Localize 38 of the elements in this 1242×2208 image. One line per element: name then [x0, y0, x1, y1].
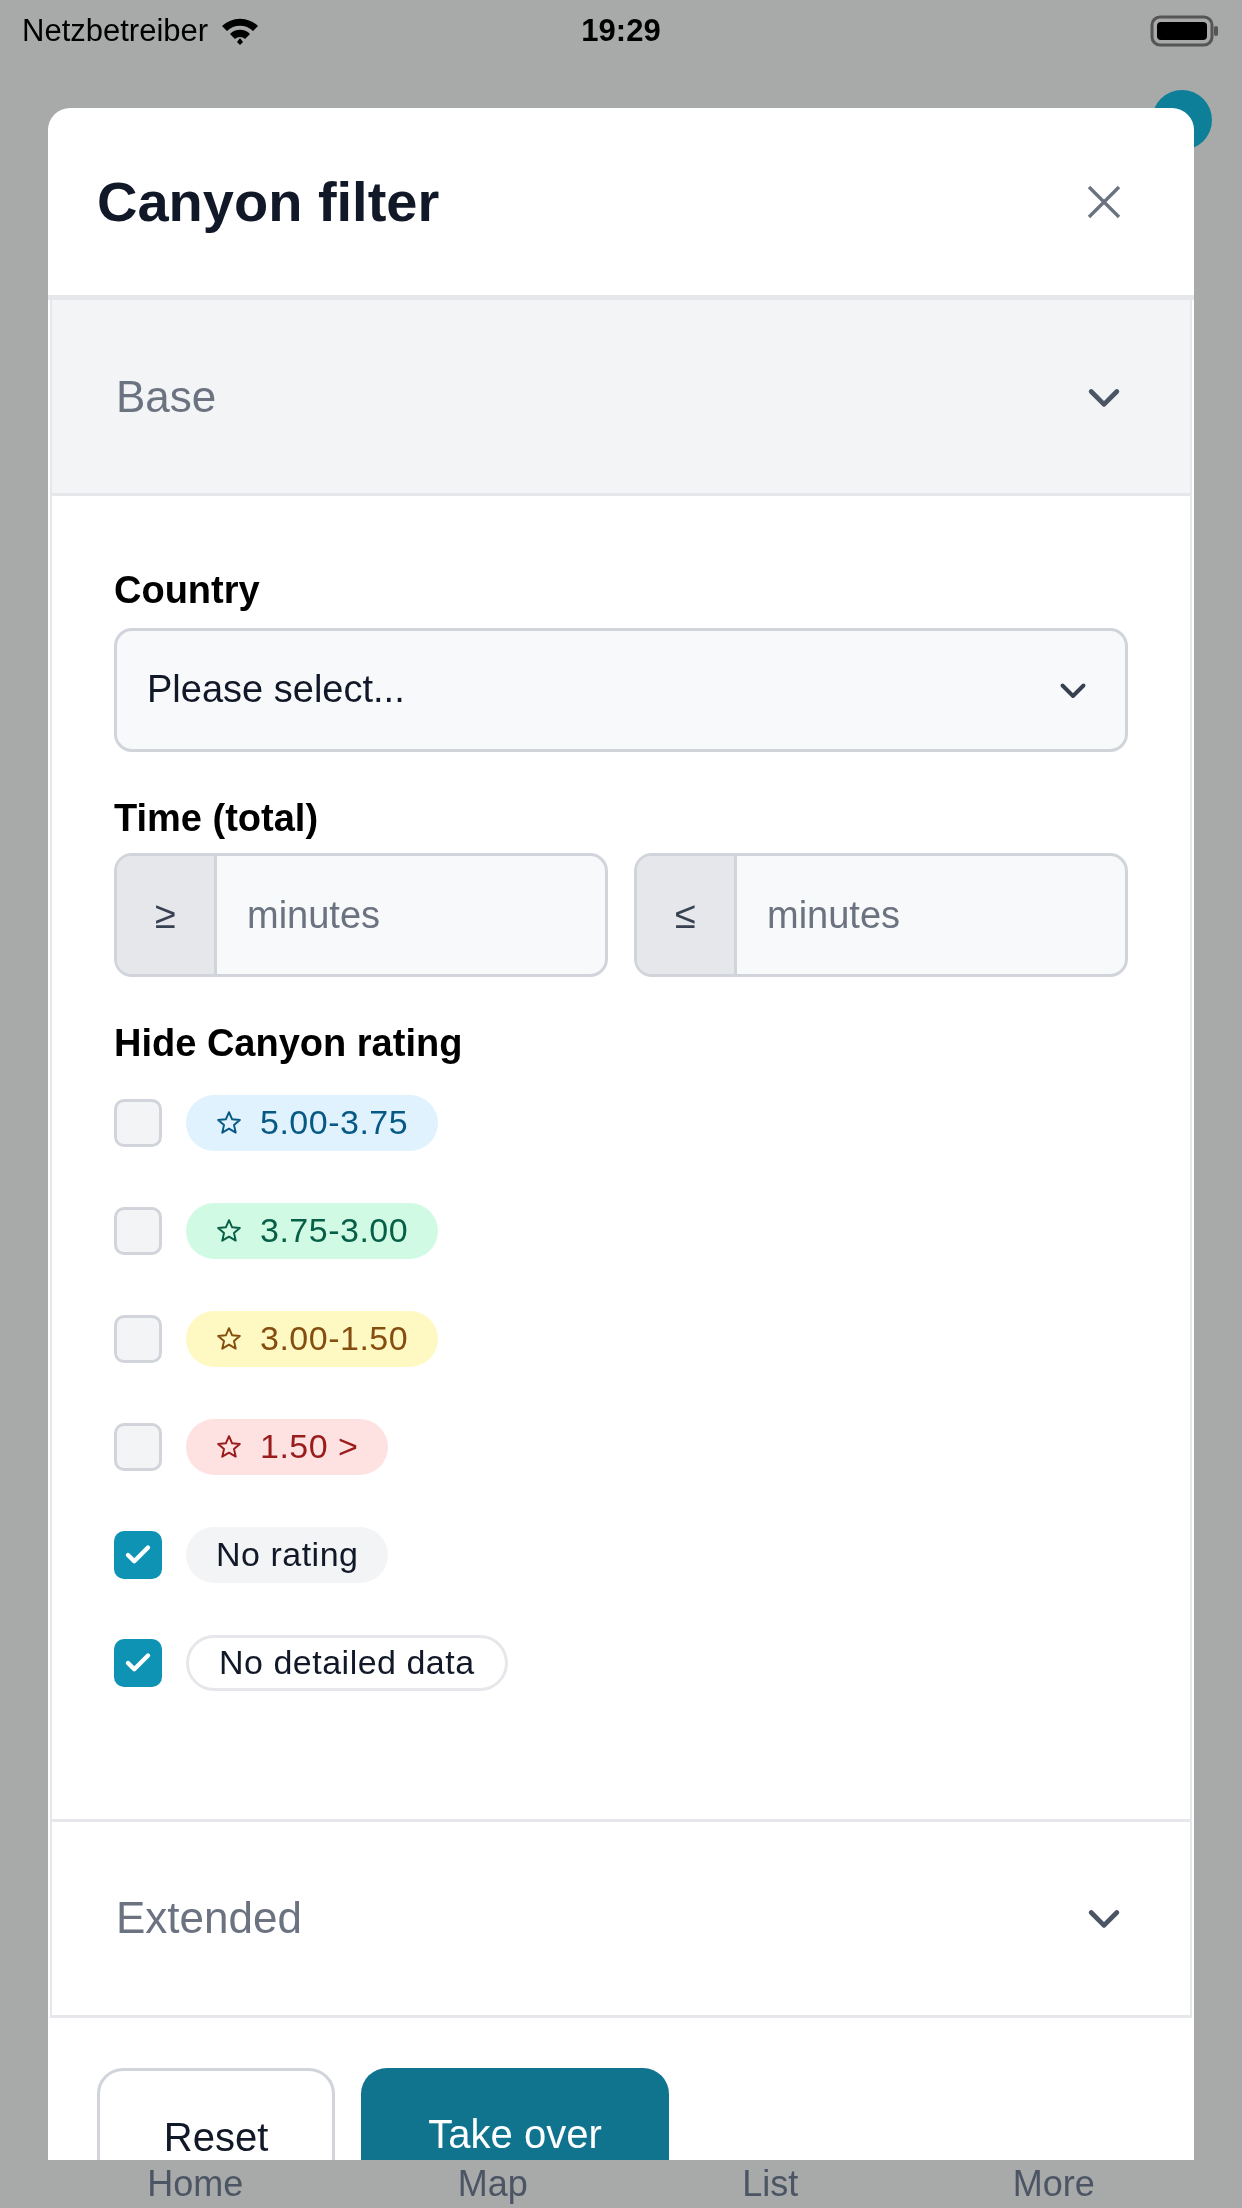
checkbox[interactable]	[114, 1314, 162, 1363]
rating-tag: 3.75-3.00	[186, 1202, 439, 1259]
take-over-button[interactable]: Take over	[361, 2067, 669, 2160]
rating-tag: 5.00-3.75	[186, 1094, 439, 1151]
star-icon	[216, 1325, 242, 1352]
carrier-name: Netzbetreiber	[22, 11, 209, 50]
minutes-input-field[interactable]: minutes	[217, 856, 605, 975]
field-label: Time (total)	[114, 795, 320, 841]
field-label: Country	[114, 568, 261, 613]
rating-tag: 1.50 >	[186, 1418, 389, 1475]
tab-bar-label[interactable]: Home	[147, 2166, 244, 2202]
input-prefix: ≤	[637, 856, 737, 975]
input-group[interactable]: ≤ minutes	[634, 853, 1128, 978]
checkbox[interactable]	[114, 1530, 162, 1579]
star-icon	[216, 1109, 242, 1136]
rating-tag: No detailed data	[186, 1634, 508, 1691]
wifi-icon	[220, 16, 261, 46]
rating-tag: No rating	[186, 1526, 389, 1583]
star-icon	[216, 1433, 242, 1460]
tab-bar-label[interactable]: List	[742, 2166, 799, 2202]
checkbox[interactable]	[114, 1422, 162, 1471]
star-icon	[216, 1217, 242, 1244]
input-prefix: ≥	[117, 856, 217, 975]
field-label: Hide Canyon rating	[114, 1021, 464, 1067]
reset-button[interactable]: Reset	[97, 2067, 335, 2160]
minutes-input-field[interactable]: minutes	[737, 856, 1125, 975]
rating-tag: 3.00-1.50	[186, 1310, 439, 1367]
battery-icon	[1150, 15, 1220, 47]
tab-bar-label[interactable]: More	[1012, 2166, 1095, 2202]
tab-bar-label[interactable]: Map	[457, 2166, 528, 2202]
country-select[interactable]: Please select...	[114, 627, 1128, 752]
checkbox[interactable]	[114, 1638, 162, 1687]
checkbox[interactable]	[114, 1098, 162, 1147]
dialog-title: Canyon filter	[97, 168, 440, 235]
clock-time: 19:29	[581, 11, 661, 50]
checkbox[interactable]	[114, 1206, 162, 1255]
input-group[interactable]: ≥ minutes	[114, 853, 608, 978]
accordion-header[interactable]: Base	[52, 300, 1190, 493]
